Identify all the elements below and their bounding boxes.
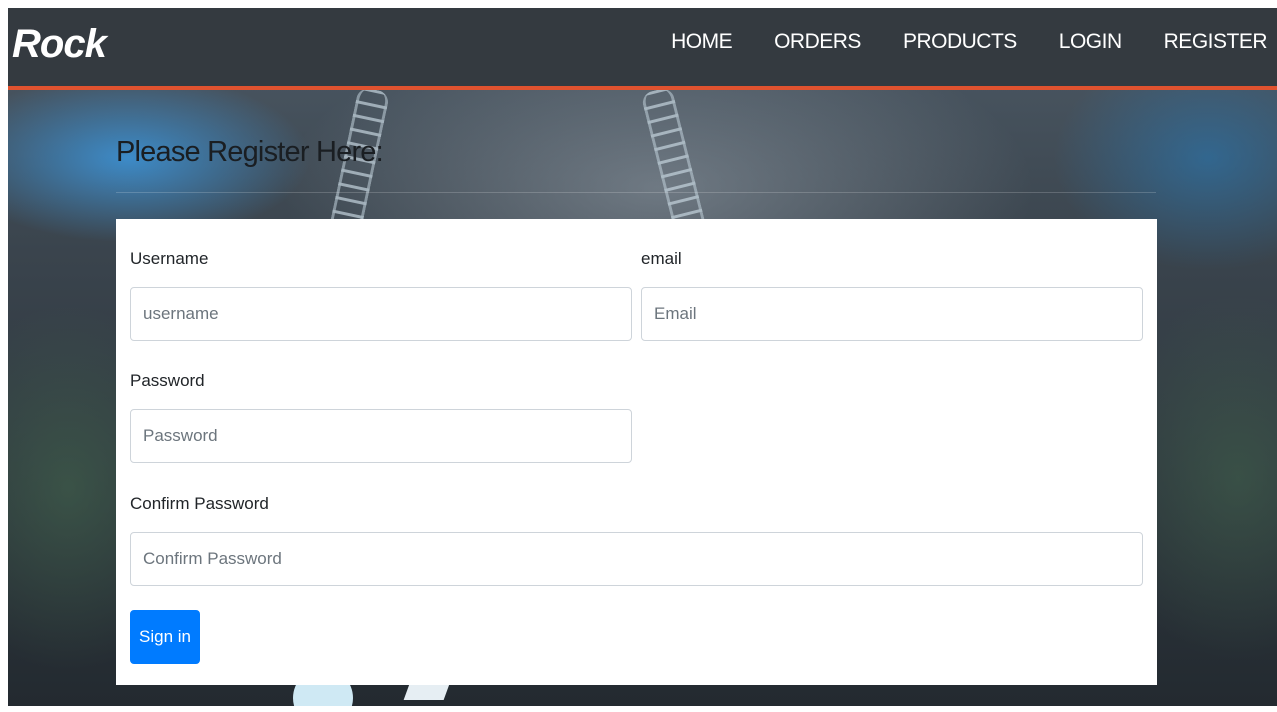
navbar: Rock HOME ORDERS PRODUCTS LOGIN REGISTER [8, 8, 1277, 90]
register-form: Username email Password Confirm Password… [116, 219, 1157, 685]
confirm-password-label: Confirm Password [130, 494, 269, 513]
heading-divider [116, 192, 1156, 193]
username-label: Username [130, 249, 209, 268]
confirm-password-input[interactable] [130, 532, 1143, 586]
password-label: Password [130, 371, 205, 390]
sign-in-button[interactable]: Sign in [130, 610, 200, 664]
nav-link-login[interactable]: LOGIN [1059, 30, 1122, 54]
email-label: email [641, 249, 682, 268]
username-input[interactable] [130, 287, 632, 341]
page-frame: Rock HOME ORDERS PRODUCTS LOGIN REGISTER… [8, 8, 1277, 706]
nav-link-home[interactable]: HOME [671, 30, 733, 54]
brand-logo[interactable]: Rock [12, 22, 107, 67]
page-title: Please Register Here: [116, 136, 384, 168]
nav-links: HOME ORDERS PRODUCTS LOGIN REGISTER [629, 30, 1267, 54]
nav-link-register[interactable]: REGISTER [1164, 30, 1268, 54]
nav-link-orders[interactable]: ORDERS [774, 30, 861, 54]
email-input[interactable] [641, 287, 1143, 341]
nav-link-products[interactable]: PRODUCTS [903, 30, 1017, 54]
password-input[interactable] [130, 409, 632, 463]
